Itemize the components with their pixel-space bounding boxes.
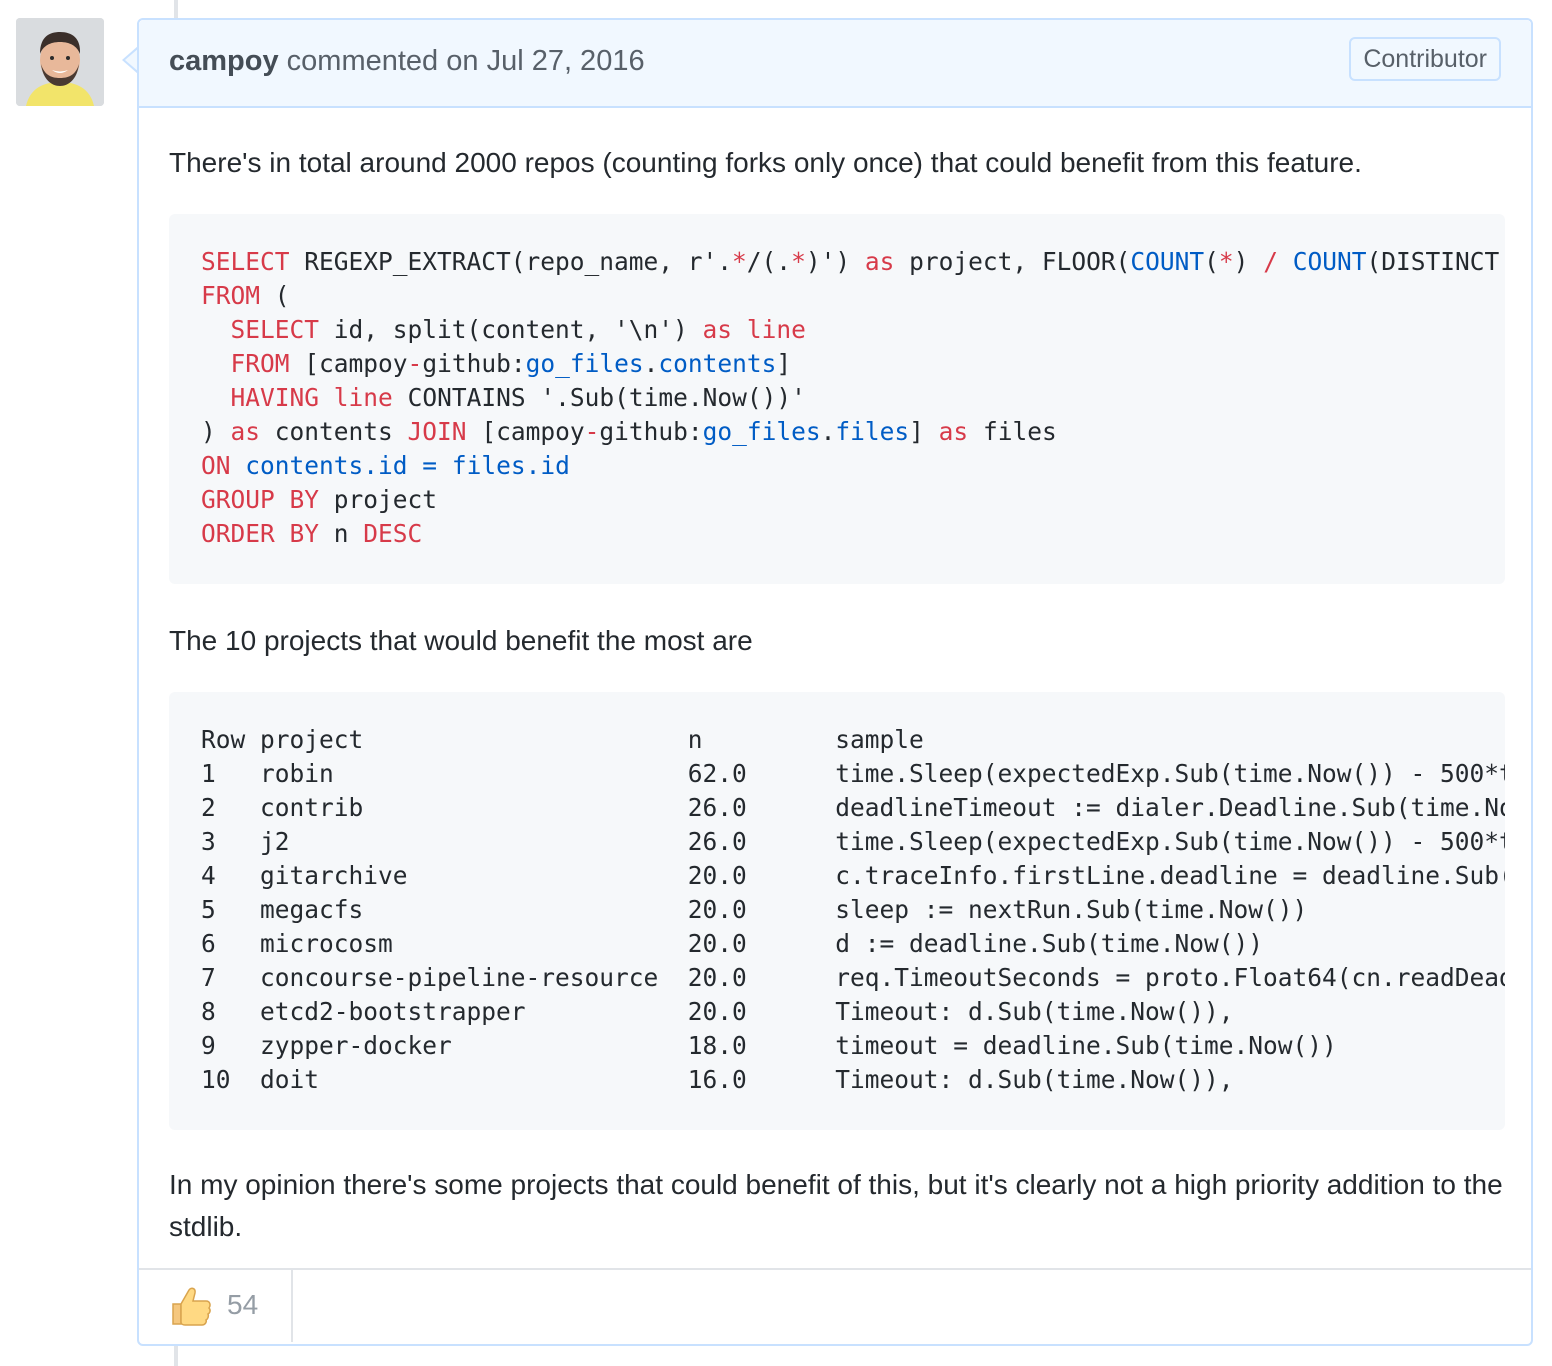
results-header: Row project n sample xyxy=(201,725,924,754)
avatar[interactable] xyxy=(16,18,104,106)
results-row: 5 megacfs 20.0 sleep := nextRun.Sub(time… xyxy=(201,895,1308,924)
comment-body: There's in total around 2000 repos (coun… xyxy=(169,142,1505,1248)
code-line: FROM ( xyxy=(201,281,290,310)
results-row: 3 j2 26.0 time.Sleep(expectedExp.Sub(tim… xyxy=(201,827,1505,856)
intro-paragraph: There's in total around 2000 repos (coun… xyxy=(169,147,1362,178)
results-code-block: Row project n sample 1 robin 62.0 time.Sl… xyxy=(169,692,1505,1130)
results-row: 4 gitarchive 20.0 c.traceInfo.firstLine.… xyxy=(201,861,1505,890)
results-table: Row project n sample 1 robin 62.0 time.Sl… xyxy=(201,723,1505,1097)
action-text: commented on xyxy=(278,45,487,77)
code-line: HAVING line CONTAINS '.Sub(time.Now())' xyxy=(230,383,806,412)
results-row: 10 doit 16.0 Timeout: d.Sub(time.Now()), xyxy=(201,1065,1234,1094)
comment-header-text: campoy commented on Jul 27, 2016 xyxy=(169,45,645,78)
reactions-bar: 54 xyxy=(139,1268,1531,1344)
reaction-count: 54 xyxy=(227,1289,259,1320)
sql-code: SELECT REGEXP_EXTRACT(repo_name, r'.*/(.… xyxy=(201,245,1505,551)
results-row: 9 zypper-docker 18.0 timeout = deadline.… xyxy=(201,1031,1337,1060)
conclusion-paragraph: In my opinion there's some projects that… xyxy=(169,1169,1503,1242)
results-row: 7 concourse-pipeline-resource 20.0 req.T… xyxy=(201,963,1505,992)
code-line: ) as contents JOIN [campoy-github:go_fil… xyxy=(201,417,1057,446)
results-row: 6 microcosm 20.0 d := deadline.Sub(time.… xyxy=(201,929,1264,958)
thumbs-up-icon xyxy=(169,1284,213,1328)
code-line: ON contents.id = files.id xyxy=(201,451,570,480)
code-line: SELECT id, split(content, '\n') as line xyxy=(230,315,806,344)
comment-date-link[interactable]: Jul 27, 2016 xyxy=(487,45,645,77)
contributor-badge: Contributor xyxy=(1349,37,1501,81)
comment-box: campoy commented on Jul 27, 2016 Contrib… xyxy=(137,18,1533,1346)
results-row: 1 robin 62.0 time.Sleep(expectedExp.Sub(… xyxy=(201,759,1505,788)
code-line: GROUP BY project xyxy=(201,485,438,514)
results-intro-paragraph: The 10 projects that would benefit the m… xyxy=(169,625,753,656)
code-line: ORDER BY n DESC xyxy=(201,519,423,548)
results-row: 2 contrib 26.0 deadlineTimeout := dialer… xyxy=(201,793,1505,822)
results-row: 8 etcd2-bootstrapper 20.0 Timeout: d.Sub… xyxy=(201,997,1234,1026)
thumbs-up-reaction-button[interactable]: 54 xyxy=(139,1270,293,1342)
sql-code-block: SELECT REGEXP_EXTRACT(repo_name, r'.*/(.… xyxy=(169,214,1505,584)
code-line: SELECT REGEXP_EXTRACT(repo_name, r'.*/(.… xyxy=(201,247,1500,276)
author-link[interactable]: campoy xyxy=(169,45,279,77)
code-line: FROM [campoy-github:go_files.contents] xyxy=(230,349,792,378)
comment-header: campoy commented on Jul 27, 2016 Contrib… xyxy=(139,20,1531,108)
avatar-image xyxy=(16,18,104,106)
